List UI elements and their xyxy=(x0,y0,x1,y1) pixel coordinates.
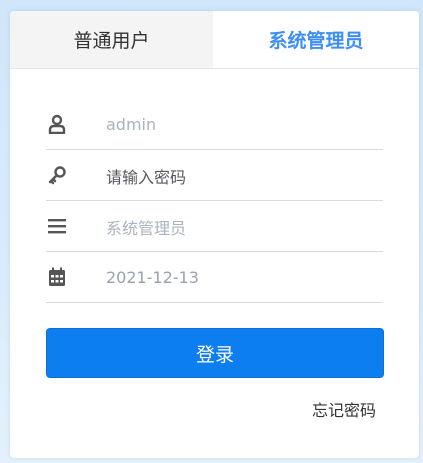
tab-system-admin[interactable]: 系统管理员 xyxy=(213,11,419,68)
forgot-password-link[interactable]: 忘记密码 xyxy=(312,397,376,421)
user-icon xyxy=(46,113,68,135)
tab-regular-user[interactable]: 普通用户 xyxy=(10,11,213,68)
login-card: 普通用户 系统管理员 admin 请输入密码 系统管理员 2021-12-13 … xyxy=(10,11,419,458)
date-input[interactable]: 2021-12-13 xyxy=(106,252,366,303)
key-icon xyxy=(46,164,68,186)
password-input[interactable]: 请输入密码 xyxy=(106,150,366,201)
username-input[interactable]: admin xyxy=(106,99,366,150)
password-row: 请输入密码 xyxy=(46,150,383,201)
username-row: admin xyxy=(46,99,383,150)
menu-list-icon xyxy=(46,215,68,237)
login-button[interactable]: 登录 xyxy=(46,328,384,378)
login-form: admin 请输入密码 系统管理员 2021-12-13 xyxy=(46,99,383,303)
login-tabs: 普通用户 系统管理员 xyxy=(10,11,419,69)
role-row: 系统管理员 xyxy=(46,201,383,252)
calendar-icon xyxy=(46,266,68,288)
role-field[interactable]: 系统管理员 xyxy=(106,201,366,252)
date-row: 2021-12-13 xyxy=(46,252,383,303)
